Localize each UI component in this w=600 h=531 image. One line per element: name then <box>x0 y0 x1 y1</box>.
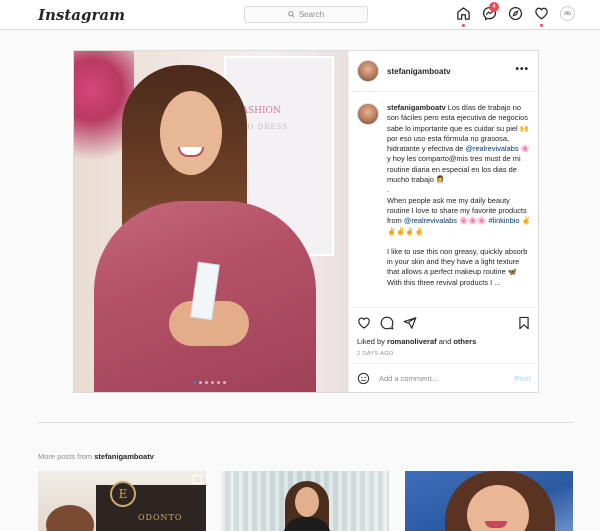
home-icon[interactable] <box>456 6 471 27</box>
liked-by-prefix: Liked by <box>357 337 388 346</box>
hashtag-linkinbio[interactable]: #linkinbio <box>489 216 520 225</box>
emoji-smiley-icon[interactable] <box>357 372 370 385</box>
likes-summary: Liked by romanoliveraf and others <box>357 337 531 346</box>
liked-by-others-link[interactable]: others <box>453 337 476 346</box>
clinic-logo: E <box>110 481 136 507</box>
search-placeholder: Search <box>298 10 325 19</box>
post-photo[interactable]: FASHION TO DRESS <box>74 51 348 392</box>
caption-username[interactable]: stefanigamboatv <box>387 103 446 112</box>
bookmark-icon[interactable] <box>517 316 531 330</box>
caption-para3: I like to use this non greasy, quickly a… <box>387 246 528 277</box>
carousel-dot <box>217 381 220 384</box>
messages-badge: 4 <box>489 2 499 12</box>
activity-indicator-dot <box>540 24 543 27</box>
woman-face <box>160 91 222 175</box>
comment-form: Add a comment... Post <box>349 363 539 392</box>
mention-realrevivalabs[interactable]: @realrevivalabs <box>465 144 518 153</box>
messenger-icon[interactable]: 4 <box>482 2 499 21</box>
add-comment-input[interactable]: Add a comment... <box>379 374 515 383</box>
caption-para2-b: 🌸🌸🌸 <box>456 216 489 226</box>
liked-by-user-link[interactable]: romanoliveraf <box>387 337 437 346</box>
instagram-logo[interactable]: Instagram <box>38 6 125 24</box>
activity-heart-icon[interactable] <box>534 6 549 27</box>
person-head <box>46 505 94 531</box>
more-posts-heading: More posts from stefanigamboatv <box>38 452 154 461</box>
search-input[interactable]: Search <box>244 6 368 23</box>
profile-avatar[interactable]: ölü <box>560 6 575 21</box>
more-posts-prefix: More posts from <box>38 452 95 461</box>
like-heart-icon[interactable] <box>357 316 371 330</box>
more-post-thumbnail-3[interactable] <box>405 471 573 531</box>
author-username[interactable]: stefanigamboatv <box>387 67 451 76</box>
author-avatar[interactable] <box>357 60 379 82</box>
caption-dot: . <box>387 185 390 195</box>
carousel-dot <box>193 381 196 384</box>
more-posts-username[interactable]: stefanigamboatv <box>94 452 154 461</box>
post-date[interactable]: 2 DAYS AGO <box>357 351 531 357</box>
post-actions: Liked by romanoliveraf and others 2 DAYS… <box>349 307 539 357</box>
liked-by-and: and <box>436 337 454 346</box>
frame-subtext: TO DRESS <box>242 123 289 131</box>
caption-text: stefanigamboatv Los días de trabajo no s… <box>387 103 531 288</box>
caption-para4: With this three revival products I ... <box>387 277 501 287</box>
woman-face <box>295 487 319 517</box>
caption-area[interactable]: stefanigamboatv Los días de trabajo no s… <box>349 93 539 305</box>
explore-compass-icon[interactable] <box>508 6 523 21</box>
home-indicator-dot <box>462 24 465 27</box>
carousel-indicator <box>193 381 226 384</box>
search-icon <box>288 11 295 18</box>
more-post-thumbnail-1[interactable]: E ODONTO <box>38 471 206 531</box>
carousel-dot <box>205 381 208 384</box>
post-card: FASHION TO DRESS stefanigamboatv ••• ste… <box>73 50 539 393</box>
post-comment-button[interactable]: Post <box>515 374 531 383</box>
multiple-photos-icon <box>193 475 202 484</box>
carousel-dot <box>199 381 202 384</box>
clinic-sign-text: ODONTO <box>138 513 183 522</box>
more-post-thumbnail-2[interactable] <box>221 471 389 531</box>
caption-author-avatar[interactable] <box>357 103 379 125</box>
share-paper-plane-icon[interactable] <box>403 316 417 330</box>
more-options-icon[interactable]: ••• <box>515 64 529 75</box>
comment-icon[interactable] <box>380 316 394 330</box>
post-header: stefanigamboatv ••• <box>349 51 538 92</box>
top-navigation-bar: Instagram Search 4 ölü <box>0 0 600 30</box>
carousel-dot <box>211 381 214 384</box>
post-sidebar: stefanigamboatv ••• stefanigamboatv Los … <box>348 51 539 392</box>
mention-realrevivalabs-2[interactable]: @realrevivalabs <box>404 216 457 225</box>
carousel-dot <box>223 381 226 384</box>
section-divider <box>38 422 573 423</box>
